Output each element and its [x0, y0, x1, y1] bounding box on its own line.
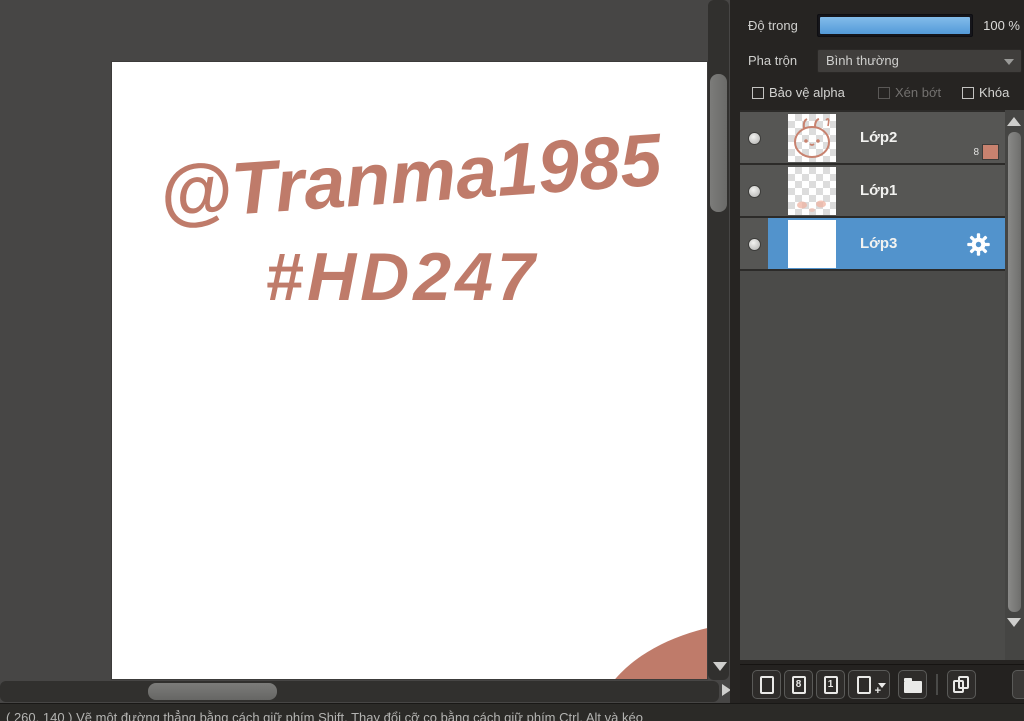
- layer-row-lop3-selected[interactable]: Lớp3: [740, 218, 1005, 271]
- canvas-vertical-scrollbar-thumb[interactable]: [710, 74, 727, 212]
- layers-panel: Độ trong 100 % Pha trộn Bình thường Bảo …: [740, 0, 1024, 703]
- layer-row-lop2[interactable]: Lớp2 8: [740, 112, 1005, 165]
- new-folder-button[interactable]: [898, 670, 927, 699]
- checkbox-icon: [752, 86, 764, 99]
- drawing-canvas[interactable]: @Tranma1985 #HD247: [112, 62, 707, 679]
- layer-row-lop1[interactable]: Lớp1: [740, 165, 1005, 218]
- layer-list: Lớp2 8 Lớp1 Lớp3: [740, 110, 1005, 660]
- duplicate-layer-icon: [952, 675, 972, 695]
- folder-icon: [903, 677, 922, 693]
- canvas-horizontal-scrollbar[interactable]: [0, 681, 719, 702]
- protect-alpha-checkbox[interactable]: Bảo vệ alpha: [752, 85, 845, 100]
- chevron-down-icon: [878, 683, 886, 688]
- layer-color-swatch: [982, 144, 999, 160]
- layer-name: Lớp2: [860, 129, 898, 146]
- blend-mode-value: Bình thường: [826, 53, 899, 68]
- layer-list-scrollbar-thumb[interactable]: [1008, 132, 1021, 612]
- canvas-vertical-scrollbar[interactable]: [708, 0, 729, 680]
- opacity-value: 100 %: [983, 18, 1020, 33]
- signature-line2: #HD247: [265, 239, 539, 315]
- new-8bit-layer-button[interactable]: 8: [784, 670, 813, 699]
- canvas-horizontal-scrollbar-thumb[interactable]: [148, 683, 277, 700]
- add-layer-icon: [857, 675, 871, 694]
- layer-visibility-icon[interactable]: [748, 238, 761, 251]
- paint-app-window: @Tranma1985 #HD247 Độ trong 100 % Pha tr…: [0, 0, 1024, 721]
- signature-line1: @Tranma1985: [157, 117, 666, 235]
- plus-icon: +: [874, 685, 881, 697]
- blend-mode-dropdown[interactable]: Bình thường: [817, 49, 1022, 73]
- status-bar: ( 260, 140 ) Vẽ một đường thẳng bằng các…: [0, 703, 1024, 721]
- opacity-slider[interactable]: [817, 14, 973, 37]
- clipped-toolbar-button[interactable]: [1012, 670, 1024, 699]
- 1bit-layer-icon: 1: [823, 675, 838, 694]
- blend-mode-label: Pha trộn: [748, 53, 798, 68]
- layer-bit-badge: 8: [973, 147, 979, 158]
- opacity-slider-fill: [820, 17, 970, 34]
- layer-name: Lớp3: [860, 235, 898, 252]
- canvas-workspace: @Tranma1985 #HD247: [0, 0, 730, 703]
- new-1bit-layer-button[interactable]: 1: [816, 670, 845, 699]
- layer-thumbnail: [788, 167, 836, 215]
- scroll-down-arrow-icon[interactable]: [713, 662, 727, 671]
- layer-visibility-icon[interactable]: [748, 185, 761, 198]
- signature-artwork: @Tranma1985 #HD247: [157, 117, 666, 315]
- scroll-down-arrow-icon[interactable]: [1007, 618, 1021, 627]
- add-layer-menu-button[interactable]: +: [848, 670, 890, 699]
- clipping-label: Xén bớt: [895, 85, 942, 100]
- layer-thumbnail: [788, 220, 836, 268]
- layer-visibility-icon[interactable]: [748, 132, 761, 145]
- scroll-right-arrow-icon[interactable]: [722, 684, 730, 696]
- chevron-down-icon: [1004, 59, 1014, 65]
- checkbox-icon: [962, 86, 974, 99]
- layer-option-checkboxes: Bảo vệ alpha Xén bớt Khóa: [740, 85, 1024, 105]
- new-layer-button[interactable]: [752, 670, 781, 699]
- clipping-checkbox: Xén bớt: [878, 85, 941, 100]
- lock-label: Khóa: [979, 85, 1010, 100]
- duplicate-layer-button[interactable]: [947, 670, 976, 699]
- new-layer-icon: [759, 675, 774, 694]
- layer-thumbnail: [788, 114, 836, 162]
- layer-name: Lớp1: [860, 182, 898, 199]
- status-hint-text: ( 260, 140 ) Vẽ một đường thẳng bằng các…: [6, 710, 643, 721]
- scroll-up-arrow-icon[interactable]: [1007, 117, 1021, 126]
- 8bit-layer-icon: 8: [791, 675, 806, 694]
- layer-toolbar: 8 1 +: [740, 664, 1024, 703]
- checkbox-icon: [878, 86, 890, 99]
- layer-list-scrollbar[interactable]: [1005, 110, 1024, 660]
- protect-alpha-label: Bảo vệ alpha: [769, 85, 845, 100]
- layer-settings-gear-icon[interactable]: [966, 232, 991, 257]
- lock-checkbox[interactable]: Khóa: [962, 85, 1009, 100]
- toolbar-separator: [936, 674, 938, 695]
- opacity-label: Độ trong: [748, 18, 798, 33]
